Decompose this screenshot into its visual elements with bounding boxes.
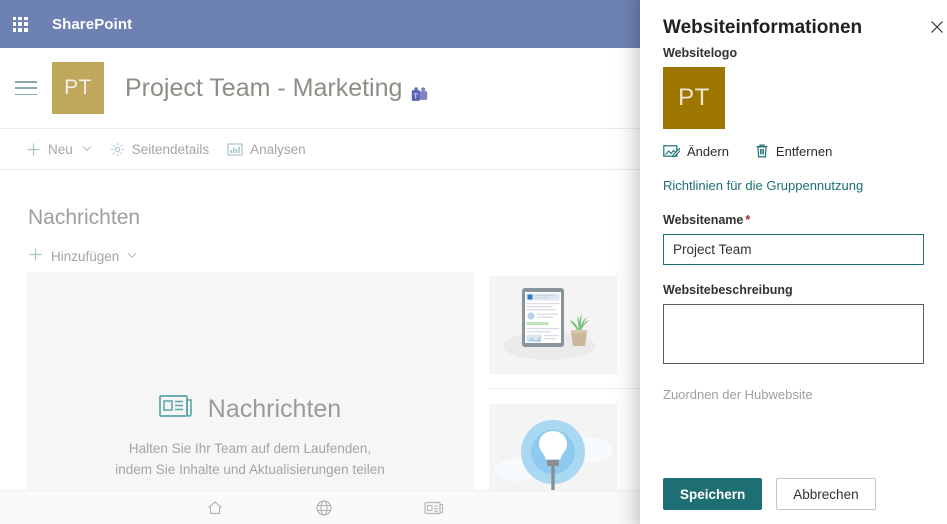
analytics-label: Analysen bbox=[250, 141, 306, 157]
news-thumbnail-lightbulb[interactable] bbox=[489, 404, 617, 502]
save-button[interactable]: Speichern bbox=[663, 478, 763, 510]
group-usage-guidelines-link[interactable]: Richtlinien für die Gruppennutzung bbox=[663, 178, 924, 193]
app-root: SharePoint PT Project Team - Marketing T bbox=[0, 0, 947, 524]
required-asterisk: * bbox=[745, 213, 751, 227]
image-edit-icon bbox=[663, 144, 680, 159]
command-bar: Neu Seitendetails Analysen bbox=[0, 128, 640, 170]
plus-icon bbox=[26, 142, 41, 157]
news-icon[interactable] bbox=[424, 500, 444, 516]
news-empty-title-row: Nachrichten bbox=[158, 393, 342, 426]
news-add-label: Hinzufügen bbox=[51, 248, 120, 264]
app-launcher-icon[interactable] bbox=[0, 0, 40, 48]
chevron-down-icon bbox=[127, 251, 137, 262]
panel-footer: Speichern Abbrechen bbox=[663, 478, 876, 510]
site-description-label: Websitebeschreibung bbox=[663, 283, 793, 297]
site-footer-nav bbox=[0, 490, 640, 524]
panel-body: Websitelogo PT Ändern Entfernen Richtlin… bbox=[640, 46, 947, 524]
analytics-button[interactable]: Analysen bbox=[227, 128, 306, 170]
home-icon[interactable] bbox=[206, 499, 224, 517]
hamburger-menu-icon[interactable] bbox=[4, 48, 48, 128]
chevron-down-icon bbox=[82, 144, 92, 155]
logo-actions: Ändern Entfernen bbox=[663, 143, 924, 159]
gear-icon bbox=[110, 142, 125, 157]
associate-hub-site-link[interactable]: Zuordnen der Hubwebsite bbox=[663, 387, 924, 402]
news-empty-state-card: Nachrichten Halten Sie Ihr Team auf dem … bbox=[26, 272, 474, 490]
site-logo-preview: PT bbox=[663, 67, 725, 129]
site-logo[interactable]: PT bbox=[52, 62, 104, 114]
site-description-input[interactable] bbox=[663, 304, 924, 364]
news-empty-title: Nachrichten bbox=[207, 395, 342, 423]
news-webpart-heading: Nachrichten bbox=[28, 206, 141, 229]
cancel-button[interactable]: Abbrechen bbox=[776, 478, 876, 510]
page-details-label: Seitendetails bbox=[131, 141, 210, 157]
globe-icon[interactable] bbox=[315, 499, 333, 517]
new-button-label: Neu bbox=[48, 141, 73, 157]
panel-title: Websiteinformationen bbox=[663, 17, 863, 38]
sharepoint-site-background: SharePoint PT Project Team - Marketing T bbox=[0, 0, 640, 524]
change-logo-button[interactable]: Ändern bbox=[663, 144, 729, 159]
site-name-label-text: Websitename bbox=[663, 213, 744, 227]
page-details-button[interactable]: Seitendetails bbox=[110, 128, 209, 170]
suite-brand[interactable]: SharePoint bbox=[52, 16, 132, 33]
close-icon[interactable] bbox=[923, 13, 947, 41]
panel-header: Websiteinformationen bbox=[640, 0, 947, 46]
remove-logo-button[interactable]: Entfernen bbox=[755, 143, 832, 159]
site-logo-label: Websitelogo bbox=[663, 46, 738, 60]
remove-logo-label: Entfernen bbox=[775, 143, 833, 159]
news-thumbnail-tablet[interactable] bbox=[489, 276, 617, 374]
new-button[interactable]: Neu bbox=[26, 128, 92, 170]
news-icon bbox=[158, 393, 193, 426]
site-title-text: Project Team - Marketing bbox=[125, 73, 403, 102]
site-header: PT Project Team - Marketing T bbox=[0, 48, 640, 128]
suite-bar: SharePoint bbox=[0, 0, 640, 48]
site-name-label: Websitename * bbox=[663, 213, 924, 227]
trash-icon bbox=[755, 143, 769, 159]
microsoft-teams-icon: T bbox=[411, 82, 428, 101]
thumbnail-divider bbox=[489, 388, 640, 389]
change-logo-label: Ändern bbox=[687, 143, 729, 159]
news-add-button[interactable]: Hinzufügen bbox=[28, 247, 137, 265]
analytics-icon bbox=[227, 142, 243, 157]
svg-text:T: T bbox=[414, 91, 419, 100]
page-title: Project Team - Marketing T bbox=[125, 74, 428, 103]
site-name-input[interactable] bbox=[663, 234, 924, 265]
site-information-panel: Websiteinformationen Websitelogo PT Ände… bbox=[640, 0, 947, 524]
news-empty-text: Halten Sie Ihr Team auf dem Laufenden, i… bbox=[115, 441, 385, 477]
plus-icon bbox=[28, 247, 43, 265]
